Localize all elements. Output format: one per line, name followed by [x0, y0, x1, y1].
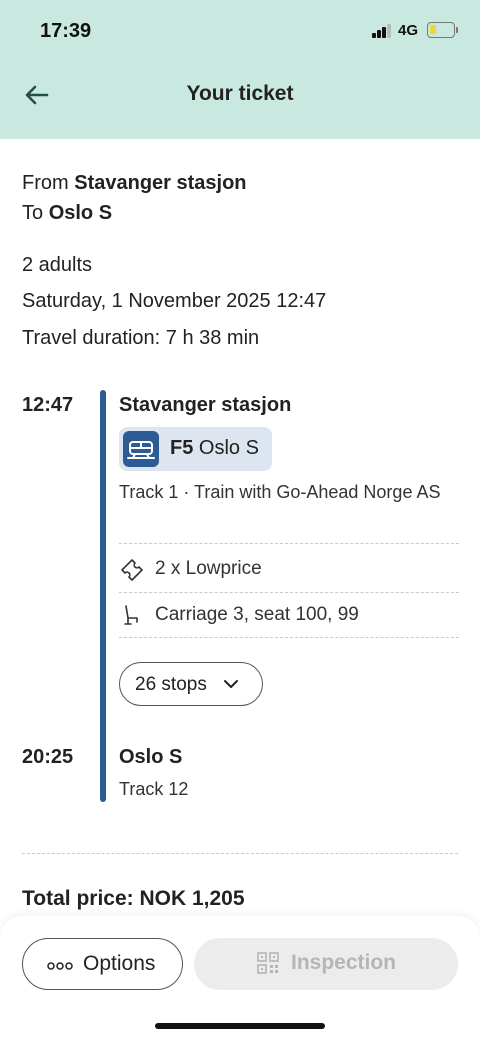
ticket-icon — [121, 559, 143, 581]
inspection-button[interactable]: Inspection — [194, 938, 458, 990]
journey-timeline — [100, 390, 106, 802]
line-destination: Oslo S — [198, 437, 259, 459]
battery-icon — [427, 22, 455, 38]
chevron-down-icon — [224, 680, 238, 688]
departure-station: Stavanger stasjon — [119, 394, 292, 416]
stops-toggle-button[interactable]: 26 stops — [119, 662, 263, 706]
from-line: From Stavanger stasjon — [22, 172, 247, 195]
fare-label: 2 x Lowprice — [155, 558, 262, 579]
more-dots-icon — [47, 962, 73, 970]
header: 17:39 4G Your ticket — [0, 0, 480, 139]
home-indicator — [155, 1023, 325, 1029]
seat-icon — [124, 605, 138, 625]
status-bar: 17:39 4G — [0, 0, 480, 62]
arrival-track: Track 12 — [119, 779, 189, 799]
travellers: 2 adults — [22, 254, 93, 276]
inspection-label: Inspection — [291, 951, 397, 974]
seat-label: Carriage 3, seat 100, 99 — [155, 604, 359, 625]
options-button[interactable]: Options — [22, 938, 183, 990]
stops-label: 26 stops — [135, 674, 207, 695]
network-label: 4G — [398, 22, 419, 39]
divider — [119, 592, 459, 593]
departure-track-info: Track 1 · Train with Go-Ahead Norge AS — [119, 482, 441, 502]
to-label: To — [22, 202, 44, 224]
departure-time: 12:47 — [22, 394, 74, 416]
line-code: F5 — [170, 437, 194, 459]
total-price: Total price: NOK 1,205 — [22, 887, 245, 910]
divider — [22, 853, 458, 854]
status-time: 17:39 — [40, 20, 92, 42]
arrival-station: Oslo S — [119, 746, 183, 768]
bottom-action-bar: Options Inspection — [0, 916, 480, 1039]
from-station: Stavanger stasjon — [74, 172, 247, 194]
divider — [119, 543, 459, 544]
to-station: Oslo S — [48, 202, 113, 224]
train-line-chip: F5 Oslo S — [119, 427, 272, 471]
date-time: Saturday, 1 November 2025 12:47 — [22, 290, 327, 312]
divider — [119, 637, 459, 638]
signal-icon — [372, 24, 392, 38]
from-label: From — [22, 172, 69, 194]
qr-code-icon — [257, 952, 279, 974]
travel-duration: Travel duration: 7 h 38 min — [22, 327, 260, 349]
train-icon — [123, 431, 159, 467]
train-line-label: F5 Oslo S — [170, 437, 259, 460]
battery-cap — [456, 27, 458, 33]
options-label: Options — [83, 952, 156, 975]
to-line: To Oslo S — [22, 202, 112, 225]
page-title: Your ticket — [186, 82, 294, 105]
arrival-time: 20:25 — [22, 746, 74, 768]
